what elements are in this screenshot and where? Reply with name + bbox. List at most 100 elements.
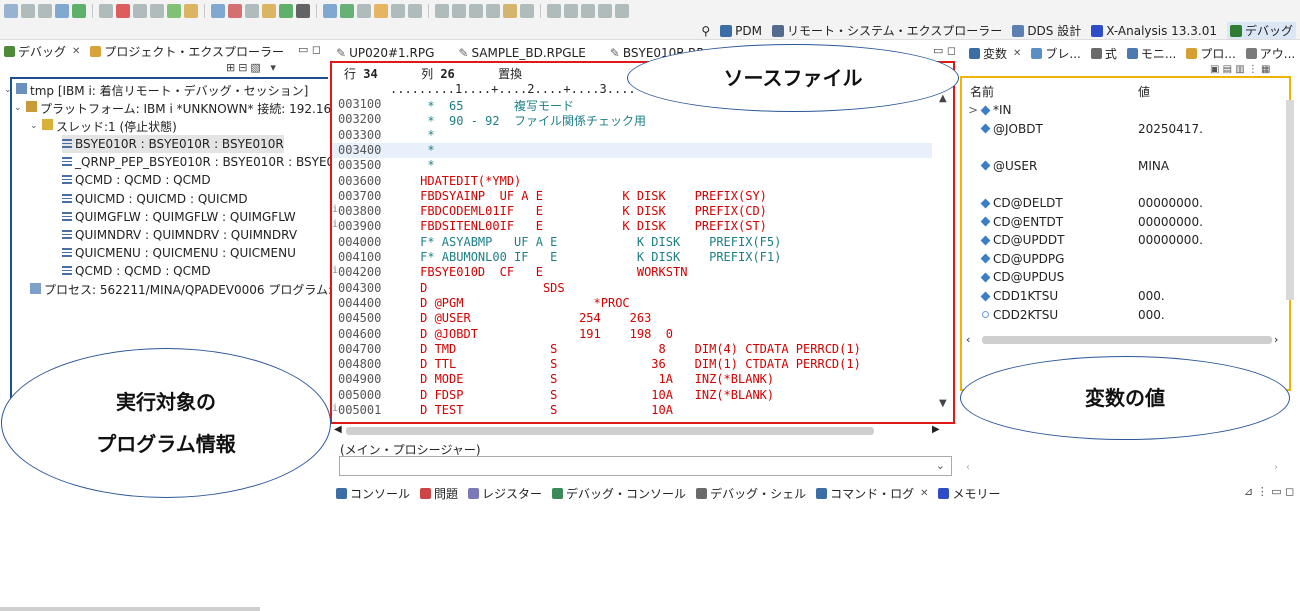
code-line[interactable]: 003200 * 90 - 92 ファイル関係チェック用 — [332, 112, 932, 128]
code-line[interactable]: i 003800 FBDCODEML01IF E K DISK PREFIX(CD… — [332, 204, 932, 220]
vertical-scrollbar[interactable]: ▲ ▼ — [939, 93, 951, 413]
tree-stack-frame[interactable]: QUIMNDRV : QUIMNDRV : QUIMNDRV — [62, 226, 297, 244]
toolbar-button-icon[interactable] — [184, 4, 198, 18]
variables-vertical-scrollbar[interactable] — [1286, 100, 1294, 300]
variable-row[interactable]: CD@UPDPG — [962, 249, 1282, 268]
tree-thread[interactable]: ⌄ スレッド:1 (停止状態) — [30, 117, 177, 135]
tree-process[interactable]: プロセス: 562211/MINA/QPADEV0006 プログラム: BSY — [30, 281, 359, 299]
toolbar-button-icon[interactable] — [615, 4, 629, 18]
toolbar-button-icon[interactable] — [323, 4, 337, 18]
toolbar-button-icon[interactable] — [21, 4, 35, 18]
toolbar-button-icon[interactable] — [435, 4, 449, 18]
search-icon[interactable]: ⚲ — [701, 24, 710, 38]
toolbar-button-icon[interactable] — [116, 4, 130, 18]
tab-variables-4[interactable]: プロ... — [1186, 45, 1236, 62]
toolbar-button-icon[interactable] — [72, 4, 86, 18]
close-icon[interactable]: ✕ — [1013, 48, 1021, 59]
tree-stack-frame[interactable]: _QRNP_PEP_BSYE010R : BSYE010R : BSYE010 — [62, 153, 349, 171]
tab-editor-0[interactable]: ✎ UP020#1.RPG — [336, 46, 434, 60]
code-line[interactable]: 003500 * — [332, 158, 932, 174]
tab-variables-3[interactable]: モニ... — [1126, 45, 1176, 62]
toolbar-button-icon[interactable] — [391, 4, 405, 18]
variable-row[interactable]: @JOBDT 20250417. — [962, 119, 1282, 138]
toolbar-button-icon[interactable] — [262, 4, 276, 18]
variable-row[interactable]: > *IN — [962, 100, 1282, 119]
toolbar-button-icon[interactable] — [296, 4, 310, 18]
tree-stack-frame[interactable]: QCMD : QCMD : QCMD — [62, 262, 211, 280]
console-window-controls-icon[interactable]: ⊿ ⋮ ▭ ◻ — [1244, 485, 1294, 498]
toolbar-button-icon[interactable] — [452, 4, 466, 18]
toolbar-button-icon[interactable] — [469, 4, 483, 18]
tree-stack-frame[interactable]: QCMD : QCMD : QCMD — [62, 171, 211, 189]
code-line[interactable]: i 004200 FBSYE010D CF E WORKSTN — [332, 265, 932, 281]
toolbar-button-icon[interactable] — [374, 4, 388, 18]
code-line[interactable]: 004600 D @JOBDT 191 198 0 — [332, 327, 932, 343]
toolbar-button-icon[interactable] — [167, 4, 181, 18]
expand-chevron-icon[interactable]: > — [968, 103, 978, 117]
code-line[interactable]: 004700 D TMD S 8 DIM(4) CTDATA PERRCD(1) — [332, 342, 932, 358]
detail-pane-scrollbar[interactable]: ‹ › — [962, 462, 1289, 476]
name-column-header[interactable]: 名前 — [970, 83, 994, 100]
variable-row[interactable]: CD@ENTDT 00000000. — [962, 212, 1282, 231]
expand-chevron-icon[interactable]: ⌄ — [30, 121, 39, 131]
tab-console-1[interactable]: 問題 — [420, 485, 458, 502]
toolbar-button-icon[interactable] — [520, 4, 534, 18]
tab-console-5[interactable]: コマンド・ログ ✕ — [816, 485, 928, 502]
variables-horizontal-scrollbar[interactable]: ‹ › — [962, 333, 1289, 347]
scroll-left-icon[interactable]: ‹ — [966, 333, 970, 346]
code-line[interactable]: 003400 * — [332, 142, 932, 159]
source-editor[interactable]: 行 34 列 26 置換 .........1....+....2....+..… — [330, 61, 955, 424]
tree-stack-frame[interactable]: QUICMENU : QUICMENU : QUICMENU — [62, 244, 296, 262]
editor-window-controls-icon[interactable]: ▭ ◻ — [933, 44, 956, 57]
code-line[interactable]: 003700 FBDSYAINP UF A E K DISK PREFIX(SY… — [332, 189, 932, 205]
debug-toolbar-icons[interactable]: ⊞⊟▧ ▾ — [226, 61, 279, 74]
perspective-2[interactable]: DDS 設計 — [1012, 22, 1081, 39]
editor-horizontal-scrollbar[interactable]: ◀ ▶ — [330, 424, 953, 438]
variable-row[interactable]: @USER MINA — [962, 156, 1282, 175]
minimize-maximize-icon[interactable]: ▭ ◻ — [298, 43, 321, 56]
toolbar-button-icon[interactable] — [279, 4, 293, 18]
tree-stack-frame[interactable]: QUICMD : QUICMD : QUICMD — [62, 190, 248, 208]
toolbar-button-icon[interactable] — [340, 4, 354, 18]
toolbar-button-icon[interactable] — [211, 4, 225, 18]
toolbar-button-icon[interactable] — [408, 4, 422, 18]
perspective-3[interactable]: X-Analysis 13.3.01 — [1091, 24, 1217, 38]
toolbar-button-icon[interactable] — [486, 4, 500, 18]
code-line[interactable]: 004400 D @PGM *PROC — [332, 296, 932, 312]
code-line[interactable]: 004800 D TTL S 36 DIM(1) CTDATA PERRCD(1… — [332, 357, 932, 373]
tab-console-2[interactable]: レジスター — [468, 485, 542, 502]
variable-row[interactable]: CDD1KTSU 000. — [962, 286, 1282, 305]
perspective-0[interactable]: PDM — [720, 24, 762, 38]
code-line[interactable]: 003300 * — [332, 128, 932, 144]
variable-row[interactable]: CD@UPDDT 00000000. — [962, 230, 1282, 249]
scroll-right-icon[interactable]: › — [1274, 333, 1278, 346]
tab-console-0[interactable]: コンソール — [336, 485, 410, 502]
toolbar-button-icon[interactable] — [598, 4, 612, 18]
toolbar-button-icon[interactable] — [581, 4, 595, 18]
toolbar-button-icon[interactable] — [564, 4, 578, 18]
toolbar-button-icon[interactable] — [150, 4, 164, 18]
toolbar-button-icon[interactable] — [245, 4, 259, 18]
variable-row[interactable] — [962, 174, 1282, 193]
tab-variables-5[interactable]: アウ... — [1245, 45, 1295, 62]
horizontal-scrollbar[interactable] — [0, 607, 260, 611]
variable-row[interactable]: CD@UPDUS — [962, 267, 1282, 286]
scroll-down-icon[interactable]: ▼ — [939, 398, 947, 409]
close-icon[interactable]: ✕ — [72, 46, 80, 57]
close-icon[interactable]: ✕ — [920, 488, 928, 499]
code-line[interactable]: i 005001 D TEST S 10A — [332, 403, 932, 419]
code-line[interactable]: i 003900 FBDSITENL00IF E K DISK PREFIX(ST… — [332, 219, 932, 235]
code-line[interactable]: 004900 D MODE S 1A INZ(*BLANK) — [332, 372, 932, 388]
toolbar-button-icon[interactable] — [547, 4, 561, 18]
tab-variables-2[interactable]: 式 — [1090, 45, 1117, 62]
tab-variables-0[interactable]: 変数 ✕ — [969, 45, 1021, 62]
variable-row[interactable]: CD@DELDT 00000000. — [962, 193, 1282, 212]
toolbar-button-icon[interactable] — [55, 4, 69, 18]
variable-row[interactable] — [962, 137, 1282, 156]
code-line[interactable]: 004100 F* ABUMONL00 IF E K DISK PREFIX(F… — [332, 250, 932, 266]
toolbar-button-icon[interactable] — [503, 4, 517, 18]
code-line[interactable]: 005000 D FDSP S 10A INZ(*BLANK) — [332, 388, 932, 404]
tree-platform[interactable]: ⌄ プラットフォーム: IBM i *UNKNOWN* 接続: 192.168.1… — [14, 99, 358, 117]
tab-editor-1[interactable]: ✎ SAMPLE_BD.RPGLE — [458, 46, 585, 60]
toolbar-button-icon[interactable] — [357, 4, 371, 18]
